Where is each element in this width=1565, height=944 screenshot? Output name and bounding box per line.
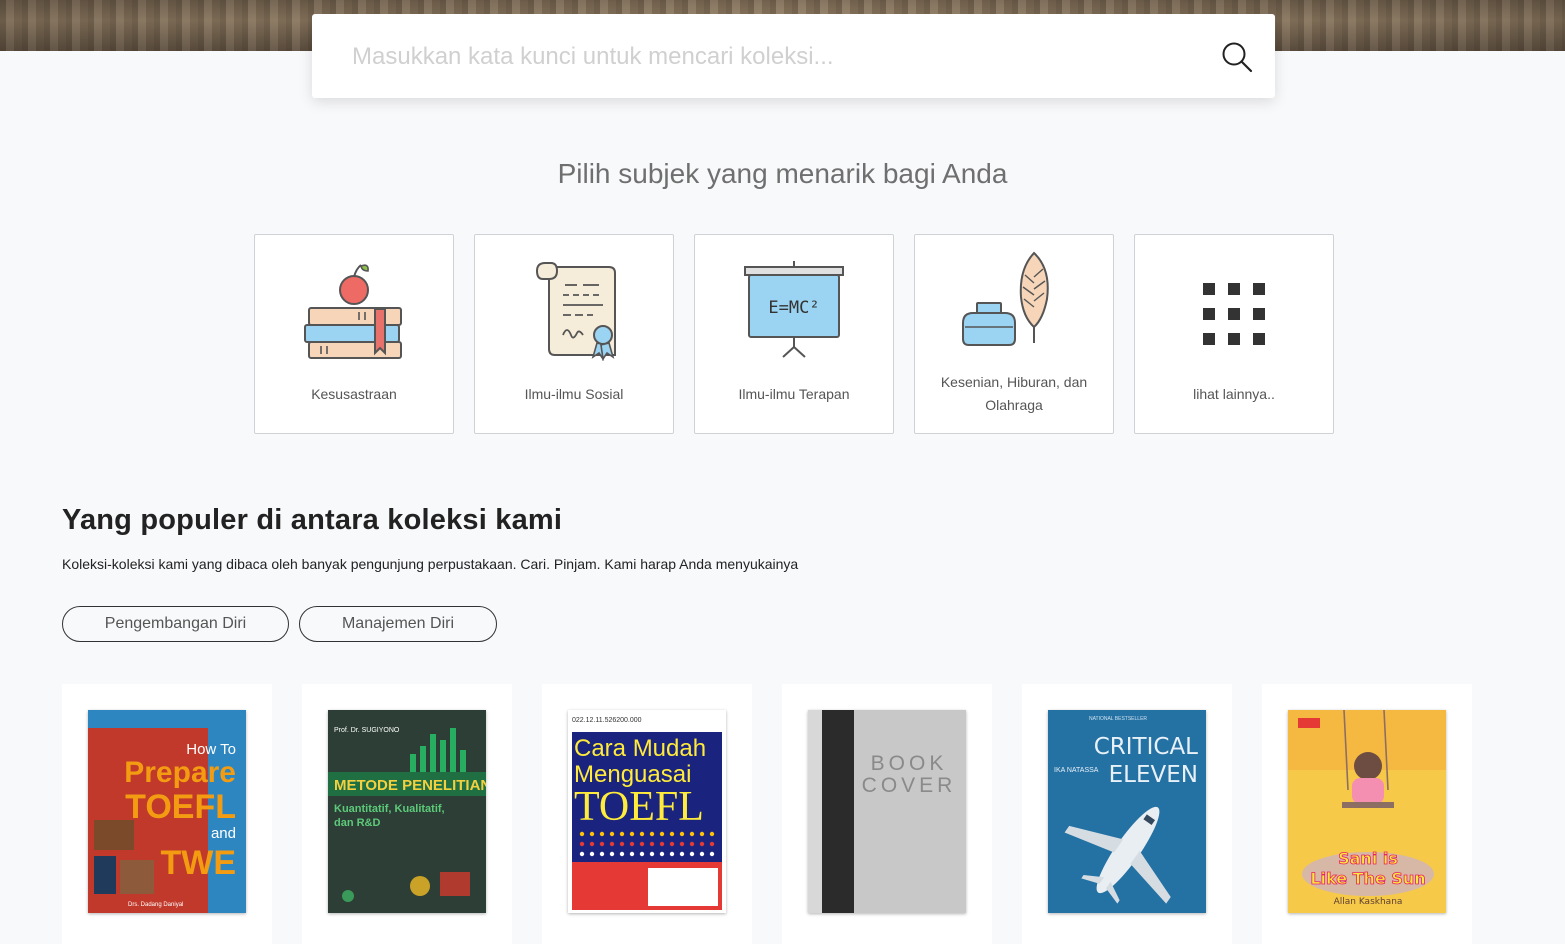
book-cover: Sani is Like The Sun Allan Kaskhana	[1288, 710, 1446, 913]
book-card[interactable]: NATIONAL BESTSELLER IKA NATASSA CRITICAL…	[1022, 684, 1232, 944]
ink-feather-icon	[962, 251, 1049, 346]
book-cover-art: 022.12.11.526200.000 Cara Mudah Menguasa…	[568, 710, 726, 913]
cover-line: CRITICAL	[1094, 734, 1198, 760]
popular-description: Koleksi-koleksi kami yang dibaca oleh ba…	[62, 556, 799, 572]
cover-badge: NATIONAL BESTSELLER	[1089, 716, 1147, 722]
svg-text:E=MC²: E=MC²	[768, 298, 819, 318]
book-card[interactable]: BOOK COVER	[782, 684, 992, 944]
book-cover: 022.12.11.526200.000 Cara Mudah Menguasa…	[568, 710, 726, 913]
cover-line: TOEFL	[574, 784, 704, 830]
cover-author: Prof. Dr. SUGIYONO	[334, 727, 400, 734]
cover-author: IKA NATASSA	[1054, 767, 1099, 774]
book-card[interactable]: Sani is Like The Sun Allan Kaskhana	[1262, 684, 1472, 944]
book-card[interactable]: 022.12.11.526200.000 Cara Mudah Menguasa…	[542, 684, 752, 944]
subjects-heading: Pilih subjek yang menarik bagi Anda	[557, 158, 1008, 189]
cover-line: and	[211, 825, 236, 842]
subject-card-kesusastraan[interactable]: Kesusastraan	[254, 234, 454, 434]
cover-line: Cara Mudah	[574, 735, 706, 762]
subject-label: Ilmu-ilmu Sosial	[524, 386, 624, 402]
cover-line: ELEVEN	[1109, 762, 1198, 788]
filter-pengembangan-diri[interactable]: Pengembangan Diri	[62, 606, 289, 642]
book-cover-art: BOOK COVER	[808, 710, 966, 913]
cover-line: Sani is	[1338, 849, 1398, 868]
book-cover: Prof. Dr. SUGIYONO METODE PENELITIAN Kua…	[328, 710, 486, 913]
subject-card-kesenian[interactable]: Kesenian, Hiburan, dan Olahraga	[914, 234, 1114, 434]
book-card[interactable]: How To Prepare TOEFL and TWE Drs. Dadang…	[62, 684, 272, 944]
search-box	[312, 14, 1275, 98]
cover-line: Prepare	[124, 756, 236, 789]
cover-line: Like The Sun	[1310, 869, 1425, 888]
cover-catalog: 022.12.11.526200.000	[572, 717, 642, 724]
cover-line: TWE	[160, 844, 236, 882]
cover-title: METODE PENELITIAN	[334, 777, 486, 794]
cover-line: TOEFL	[125, 788, 236, 826]
cover-author: Allan Kaskhana	[1334, 897, 1403, 907]
book-cover-art: Sani is Like The Sun Allan Kaskhana	[1288, 710, 1446, 913]
book-cover: BOOK COVER	[808, 710, 966, 913]
book-cover-art: NATIONAL BESTSELLER IKA NATASSA CRITICAL…	[1048, 710, 1206, 913]
subject-card-ilmu-sosial[interactable]: Ilmu-ilmu Sosial	[474, 234, 674, 434]
presentation-board-icon: E=MC²	[744, 261, 844, 358]
search-icon[interactable]	[1220, 40, 1254, 74]
books-apple-icon	[304, 264, 402, 359]
cover-line: COVER	[862, 774, 957, 797]
filter-manajemen-diri[interactable]: Manajemen Diri	[299, 606, 497, 642]
book-card[interactable]: Prof. Dr. SUGIYONO METODE PENELITIAN Kua…	[302, 684, 512, 944]
subject-label: Kesenian, Hiburan, dan Olahraga	[940, 374, 1088, 413]
cover-subtitle: Kuantitatif, Kualitatif,	[334, 803, 445, 815]
subject-card-ilmu-terapan[interactable]: E=MC² Ilmu-ilmu Terapan	[694, 234, 894, 434]
popular-title: Yang populer di antara koleksi kami	[62, 504, 563, 536]
grid-icon	[1203, 283, 1265, 345]
book-cover-art: Prof. Dr. SUGIYONO METODE PENELITIAN Kua…	[328, 710, 486, 913]
subject-label: Kesusastraan	[311, 386, 397, 402]
cover-author: Drs. Dadang Daniyal	[128, 902, 183, 908]
search-input[interactable]	[350, 36, 1194, 78]
scroll-certificate-icon	[535, 262, 616, 362]
book-cover: How To Prepare TOEFL and TWE Drs. Dadang…	[88, 710, 246, 913]
cover-line: BOOK	[871, 752, 948, 775]
subject-card-more[interactable]: lihat lainnya..	[1134, 234, 1334, 434]
book-cover: NATIONAL BESTSELLER IKA NATASSA CRITICAL…	[1048, 710, 1206, 913]
subject-label: lihat lainnya..	[1193, 386, 1275, 402]
subject-label: Ilmu-ilmu Terapan	[738, 386, 850, 402]
cover-subtitle: dan R&D	[334, 817, 381, 829]
book-cover-art: How To Prepare TOEFL and TWE Drs. Dadang…	[88, 710, 246, 913]
